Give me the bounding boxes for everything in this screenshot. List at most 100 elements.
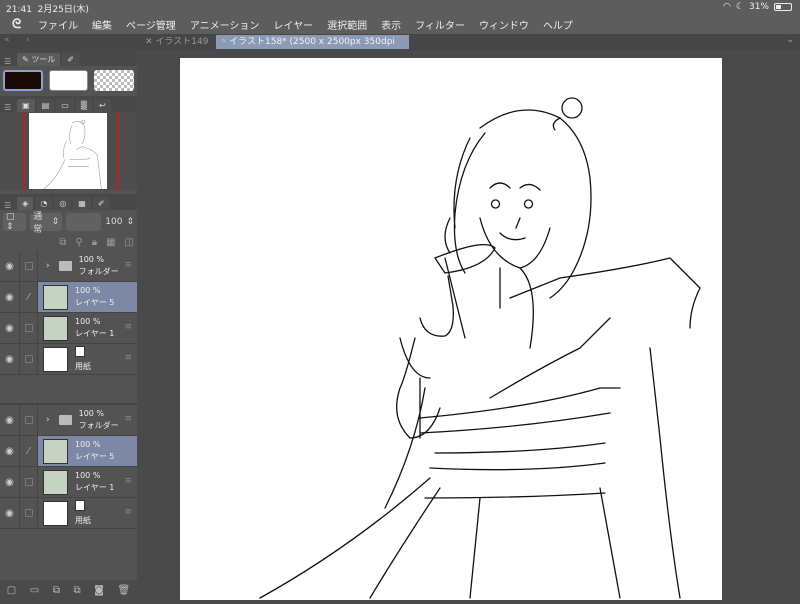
collapse-icon[interactable]: « <box>4 35 10 45</box>
layer-row[interactable]: ◉ ⁄ 100 % レイヤー 5 ≡ <box>0 282 137 313</box>
layer-main[interactable]: 100 % レイヤー 5 ≡ <box>38 436 137 466</box>
drag-handle-icon[interactable]: ≡ <box>124 476 132 486</box>
transparent-color-swatch[interactable] <box>94 70 135 91</box>
main-color-swatch[interactable] <box>3 70 43 91</box>
menu-item[interactable]: レイヤー <box>273 17 313 32</box>
layer-name: 用紙 <box>75 515 91 525</box>
sub-color-swatch[interactable] <box>48 70 89 91</box>
panel-menu-icon[interactable]: ☰ <box>4 103 11 112</box>
layer-checkbox[interactable] <box>20 344 38 374</box>
layer-checkbox[interactable] <box>20 498 38 528</box>
tab-brush[interactable]: ✐ <box>62 53 80 66</box>
merge-down-icon[interactable]: ⧉ <box>74 585 81 596</box>
menu-item[interactable]: ファイル <box>38 17 78 32</box>
layer-main[interactable]: 100 % レイヤー 1 ≡ <box>38 313 137 343</box>
new-raster-layer-icon[interactable]: ▢ <box>7 585 16 596</box>
layer-checkbox[interactable] <box>20 313 38 343</box>
visibility-eye-icon[interactable]: ◉ <box>0 313 20 343</box>
layer-checkbox[interactable] <box>20 251 38 281</box>
drag-handle-icon[interactable]: ≡ <box>124 260 132 270</box>
layer-row[interactable]: ◉ › 100 % フォルダー ≡ <box>0 251 137 282</box>
layer-main[interactable]: 100 % レイヤー 5 ≡ <box>38 282 137 312</box>
visibility-eye-icon[interactable]: ◉ <box>0 344 20 374</box>
app-logo-icon[interactable]: ᘓ <box>12 17 38 32</box>
layer-row[interactable]: ◉ 100 % レイヤー 1 ≡ <box>0 313 137 344</box>
drag-handle-icon[interactable]: ≡ <box>124 291 132 301</box>
trash-icon[interactable]: 🗑︎ <box>117 585 130 596</box>
mask-icon[interactable]: ◫ <box>125 237 134 248</box>
layer-toggles: ⧉ ⚲ 🔒︎ ▦ ◫ <box>0 234 137 251</box>
transfer-down-icon[interactable]: ⧉ <box>53 585 60 596</box>
tab-info[interactable]: ▭ <box>56 99 74 112</box>
layer-mask-icon[interactable]: ◙ <box>94 585 104 596</box>
layer-checkbox[interactable] <box>20 405 38 435</box>
layer-checkbox[interactable] <box>20 467 38 497</box>
layer-actions: ▢ ▭ ⧉ ⧉ ◙ 🗑︎ <box>0 580 137 600</box>
layer-main[interactable]: 100 % レイヤー 1 ≡ <box>38 467 137 497</box>
chevron-down-icon[interactable]: ⌄ <box>786 35 794 45</box>
visibility-eye-icon[interactable]: ◉ <box>0 251 20 281</box>
menu-item[interactable]: 編集 <box>92 17 112 32</box>
menu-item[interactable]: 選択範囲 <box>327 17 367 32</box>
clip-icon[interactable]: ⧉ <box>59 237 66 248</box>
tab-sub-view[interactable]: ▤ <box>36 99 55 112</box>
menu-item[interactable]: フィルター <box>415 17 465 32</box>
opacity-value[interactable]: 100 <box>105 217 122 227</box>
new-folder-icon[interactable]: ▭ <box>30 585 39 596</box>
tab-tool[interactable]: ✎ ツール <box>17 53 61 66</box>
drag-handle-icon[interactable]: ≡ <box>124 353 132 363</box>
menu-item[interactable]: 表示 <box>381 17 401 32</box>
reference-icon[interactable]: ⚲ <box>75 237 82 248</box>
canvas-area[interactable] <box>137 50 800 600</box>
color-mode-select[interactable]: ▢ ⇕ <box>3 212 27 232</box>
layer-row[interactable]: ◉ › 100 % フォルダー ≡ <box>0 405 137 436</box>
menu-item[interactable]: ヘルプ <box>543 17 573 32</box>
layer-main[interactable]: › 100 % フォルダー ≡ <box>38 251 137 281</box>
layer-row[interactable]: ◉ 用紙 ≡ <box>0 344 137 375</box>
menu-item[interactable]: ウィンドウ <box>479 17 529 32</box>
visibility-eye-icon[interactable]: ◉ <box>0 436 20 466</box>
panel-menu-icon[interactable]: ☰ <box>4 57 11 66</box>
tool-panel-header: ☰ ✎ ツール ✐ <box>0 50 137 66</box>
visibility-eye-icon[interactable]: ◉ <box>0 467 20 497</box>
tab-color[interactable]: ▒ <box>75 99 93 112</box>
expand-chevron-icon[interactable]: › <box>46 415 50 425</box>
visibility-eye-icon[interactable]: ◉ <box>0 498 20 528</box>
tab-layer[interactable]: ◈ <box>17 197 34 210</box>
lock-icon[interactable]: 🔒︎ <box>92 237 97 248</box>
tab-search[interactable]: ◎ <box>54 197 72 210</box>
close-icon[interactable]: ✕ <box>145 37 155 47</box>
opacity-slider[interactable] <box>66 213 102 231</box>
layer-main[interactable]: 用紙 ≡ <box>38 498 137 528</box>
edit-pen-icon[interactable]: ⁄ <box>20 282 38 312</box>
layer-main[interactable]: › 100 % フォルダー ≡ <box>38 405 137 435</box>
navigator-preview[interactable] <box>0 112 137 191</box>
document-tabs: « ‹ ✕ イラスト149 ◦ イラスト158* (2500 x 2500px … <box>0 34 800 61</box>
back-icon[interactable]: ‹ <box>26 35 30 45</box>
tab-material[interactable]: ▦ <box>73 197 91 210</box>
edit-pen-icon[interactable]: ⁄ <box>20 436 38 466</box>
tab-navigator[interactable]: ▣ <box>17 99 35 112</box>
drag-handle-icon[interactable]: ≡ <box>124 414 132 424</box>
expand-chevron-icon[interactable]: › <box>46 261 50 271</box>
canvas-page[interactable] <box>180 58 722 600</box>
drag-handle-icon[interactable]: ≡ <box>124 445 132 455</box>
tab-active[interactable]: ◦ イラスト158* (2500 x 2500px 350dpi 55.5%) <box>216 35 409 61</box>
blend-mode-select[interactable]: 通常 ⇕ <box>30 212 63 235</box>
lock-transparency-icon[interactable]: ▦ <box>106 237 115 248</box>
layer-list: ◉ › 100 % フォルダー ≡ ◉ ⁄ 100 % レイヤー 5 ≡ ◉ 100 % レイヤー 1 ≡… <box>0 251 137 375</box>
menu-item[interactable]: アニメーション <box>190 17 260 32</box>
tab-inactive[interactable]: ✕ イラスト149 <box>140 35 213 49</box>
drag-handle-icon[interactable]: ≡ <box>124 322 132 332</box>
tab-history[interactable]: ↩ <box>94 99 111 112</box>
layer-main[interactable]: 用紙 ≡ <box>38 344 137 374</box>
visibility-eye-icon[interactable]: ◉ <box>0 405 20 435</box>
panel-menu-icon[interactable]: ☰ <box>4 201 11 210</box>
visibility-eye-icon[interactable]: ◉ <box>0 282 20 312</box>
layer-row[interactable]: ◉ ⁄ 100 % レイヤー 5 ≡ <box>0 436 137 467</box>
layer-row[interactable]: ◉ 用紙 ≡ <box>0 498 137 529</box>
layer-row[interactable]: ◉ 100 % レイヤー 1 ≡ <box>0 467 137 498</box>
drag-handle-icon[interactable]: ≡ <box>124 507 132 517</box>
menu-item[interactable]: ページ管理 <box>126 17 176 32</box>
tab-pen[interactable]: ✐ <box>92 197 110 210</box>
